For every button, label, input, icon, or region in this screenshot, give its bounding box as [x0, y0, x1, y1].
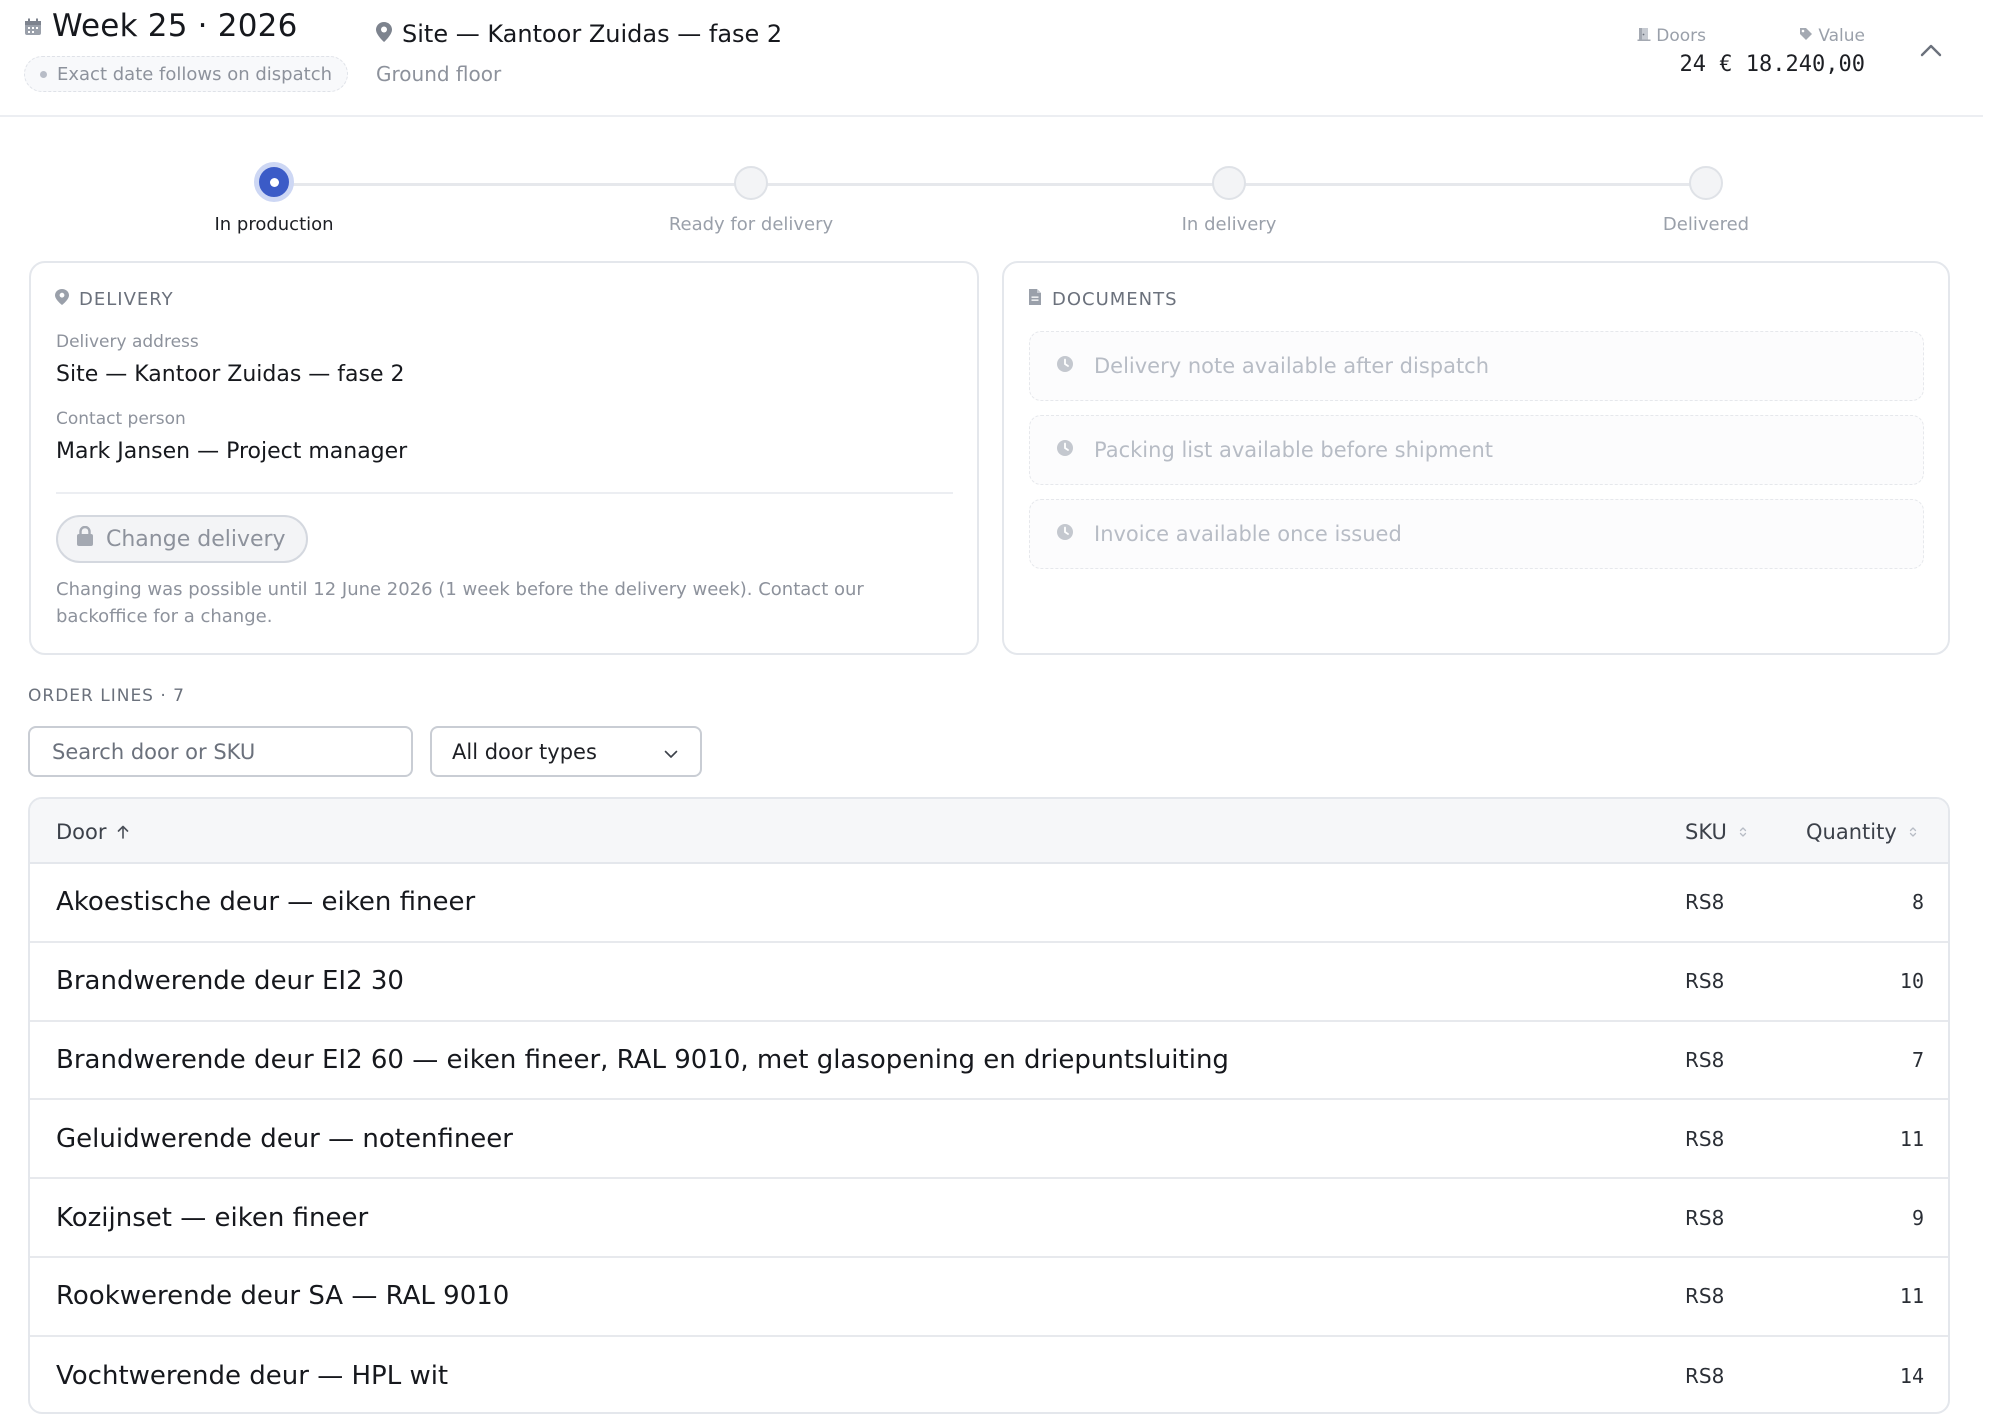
contact-person-label: Contact person — [56, 409, 186, 429]
table-row[interactable]: Vochtwerende deur — HPL wit RS8 14 — [30, 1337, 1948, 1412]
map-pin-icon — [55, 289, 69, 310]
cell-door: Brandwerende deur EI2 60 — eiken fineer,… — [56, 1044, 1229, 1075]
lock-icon — [76, 525, 94, 552]
week-title-text: Week 25 · 2026 — [52, 8, 298, 44]
stepper-track — [274, 183, 1706, 186]
arrow-up-icon — [117, 820, 129, 844]
doors-stat: Doors 24 — [1637, 26, 1706, 77]
site-subtitle: Ground floor — [376, 62, 502, 86]
order-lines-table: Door SKU Quantity Akoestische deur — eik… — [28, 797, 1950, 1414]
change-delivery-button[interactable]: Change delivery — [56, 515, 308, 563]
map-pin-icon — [376, 20, 392, 48]
cell-sku: RS8 — [1685, 1205, 1725, 1230]
cell-quantity: 7 — [1911, 1047, 1924, 1072]
column-header-quantity[interactable]: Quantity — [1806, 799, 1919, 864]
cell-door: Vochtwerende deur — HPL wit — [56, 1361, 449, 1392]
step-circle — [1689, 166, 1723, 200]
cell-quantity: 14 — [1899, 1364, 1924, 1389]
table-row[interactable]: Kozijnset — eiken fineer RS8 9 — [30, 1179, 1948, 1258]
cell-sku: RS8 — [1685, 890, 1725, 915]
step-label: Ready for delivery — [668, 214, 834, 235]
table-row[interactable]: Brandwerende deur EI2 30 RS8 10 — [30, 943, 1948, 1022]
calendar-icon — [24, 8, 42, 44]
cell-door: Akoestische deur — eiken fineer — [56, 887, 476, 918]
cell-quantity: 8 — [1911, 890, 1924, 915]
step-label: Delivered — [1662, 214, 1750, 235]
table-header: Door SKU Quantity — [30, 799, 1948, 864]
step-label: In production — [214, 214, 334, 235]
exact-date-text: Exact date follows on dispatch — [57, 63, 332, 85]
sort-icon — [1907, 820, 1919, 844]
delivery-address-label: Delivery address — [56, 332, 199, 352]
cell-quantity: 10 — [1899, 969, 1924, 994]
site-title: Site — Kantoor Zuidas — fase 2 — [376, 20, 782, 48]
cell-sku: RS8 — [1685, 1284, 1725, 1309]
price-tag-icon — [1799, 26, 1813, 46]
cell-quantity: 9 — [1911, 1205, 1924, 1230]
step-ready-for-delivery: Ready for delivery — [601, 160, 901, 235]
value-stat-label: Value — [1719, 26, 1865, 46]
door-icon — [1637, 26, 1651, 46]
table-row[interactable]: Rookwerende deur SA — RAL 9010 RS8 11 — [30, 1258, 1948, 1337]
delivery-card: DELIVERY Delivery address Site — Kantoor… — [29, 261, 979, 655]
cell-door: Brandwerende deur EI2 30 — [56, 966, 404, 997]
document-icon — [1028, 289, 1042, 310]
door-type-select[interactable]: All door types — [430, 726, 702, 777]
step-in-delivery: In delivery — [1079, 160, 1379, 235]
divider — [56, 492, 953, 494]
change-delivery-note: Changing was possible until 12 June 2026… — [56, 579, 864, 627]
status-dot — [40, 70, 47, 78]
clock-icon — [1056, 354, 1074, 378]
cell-sku: RS8 — [1685, 1364, 1725, 1389]
week-title: Week 25 · 2026 — [24, 8, 348, 44]
table-row[interactable]: Geluidwerende deur — notenfineer RS8 11 — [30, 1100, 1948, 1180]
document-delivery-note: Delivery note available after dispatch — [1029, 331, 1924, 401]
week-block: Week 25 · 2026 Exact date follows on dis… — [24, 8, 348, 92]
step-label: In delivery — [1181, 214, 1277, 235]
delivery-address-value: Site — Kantoor Zuidas — fase 2 — [56, 362, 405, 387]
value-stat-value: € 18.240,00 — [1719, 52, 1865, 77]
column-header-door[interactable]: Door — [56, 799, 129, 864]
search-input[interactable] — [28, 726, 413, 777]
value-stat: Value € 18.240,00 — [1719, 26, 1865, 77]
document-packing-list: Packing list available before shipment — [1029, 415, 1924, 485]
status-stepper: In production Ready for delivery In deli… — [0, 160, 2000, 240]
site-block: Site — Kantoor Zuidas — fase 2 Ground fl… — [376, 20, 782, 86]
exact-date-badge: Exact date follows on dispatch — [24, 56, 348, 92]
documents-heading: DOCUMENTS — [1028, 289, 1178, 310]
door-type-selected: All door types — [452, 739, 597, 764]
delivery-heading: DELIVERY — [55, 289, 174, 310]
document-invoice: Invoice available once issued — [1029, 499, 1924, 569]
cell-sku: RS8 — [1685, 969, 1725, 994]
cell-door: Kozijnset — eiken fineer — [56, 1202, 369, 1233]
step-circle — [734, 166, 768, 200]
chevron-down-icon — [664, 740, 678, 764]
cell-quantity: 11 — [1899, 1284, 1924, 1309]
chevron-up-icon — [1920, 42, 1942, 61]
cell-sku: RS8 — [1685, 1047, 1725, 1072]
site-title-text: Site — Kantoor Zuidas — fase 2 — [402, 20, 783, 48]
collapse-button[interactable] — [1914, 34, 1948, 68]
step-in-production: In production — [124, 160, 424, 235]
contact-person-value: Mark Jansen — Project manager — [56, 439, 408, 464]
sort-icon — [1737, 820, 1749, 844]
column-header-sku[interactable]: SKU — [1685, 799, 1749, 864]
step-delivered: Delivered — [1556, 160, 1856, 235]
cell-sku: RS8 — [1685, 1126, 1725, 1151]
step-circle-active — [254, 162, 294, 202]
order-lines-title: ORDER LINES · 7 — [28, 686, 186, 706]
doors-stat-label: Doors — [1637, 26, 1706, 46]
step-circle — [1212, 166, 1246, 200]
cell-door: Geluidwerende deur — notenfineer — [56, 1123, 513, 1154]
order-header: Week 25 · 2026 Exact date follows on dis… — [0, 0, 1983, 117]
clock-icon — [1056, 438, 1074, 462]
table-row[interactable]: Akoestische deur — eiken fineer RS8 8 — [30, 864, 1948, 943]
table-row[interactable]: Brandwerende deur EI2 60 — eiken fineer,… — [30, 1022, 1948, 1101]
cell-quantity: 11 — [1899, 1126, 1924, 1151]
cell-door: Rookwerende deur SA — RAL 9010 — [56, 1281, 510, 1312]
doors-stat-value: 24 — [1679, 52, 1707, 77]
documents-card: DOCUMENTS Delivery note available after … — [1002, 261, 1950, 655]
clock-icon — [1056, 522, 1074, 546]
